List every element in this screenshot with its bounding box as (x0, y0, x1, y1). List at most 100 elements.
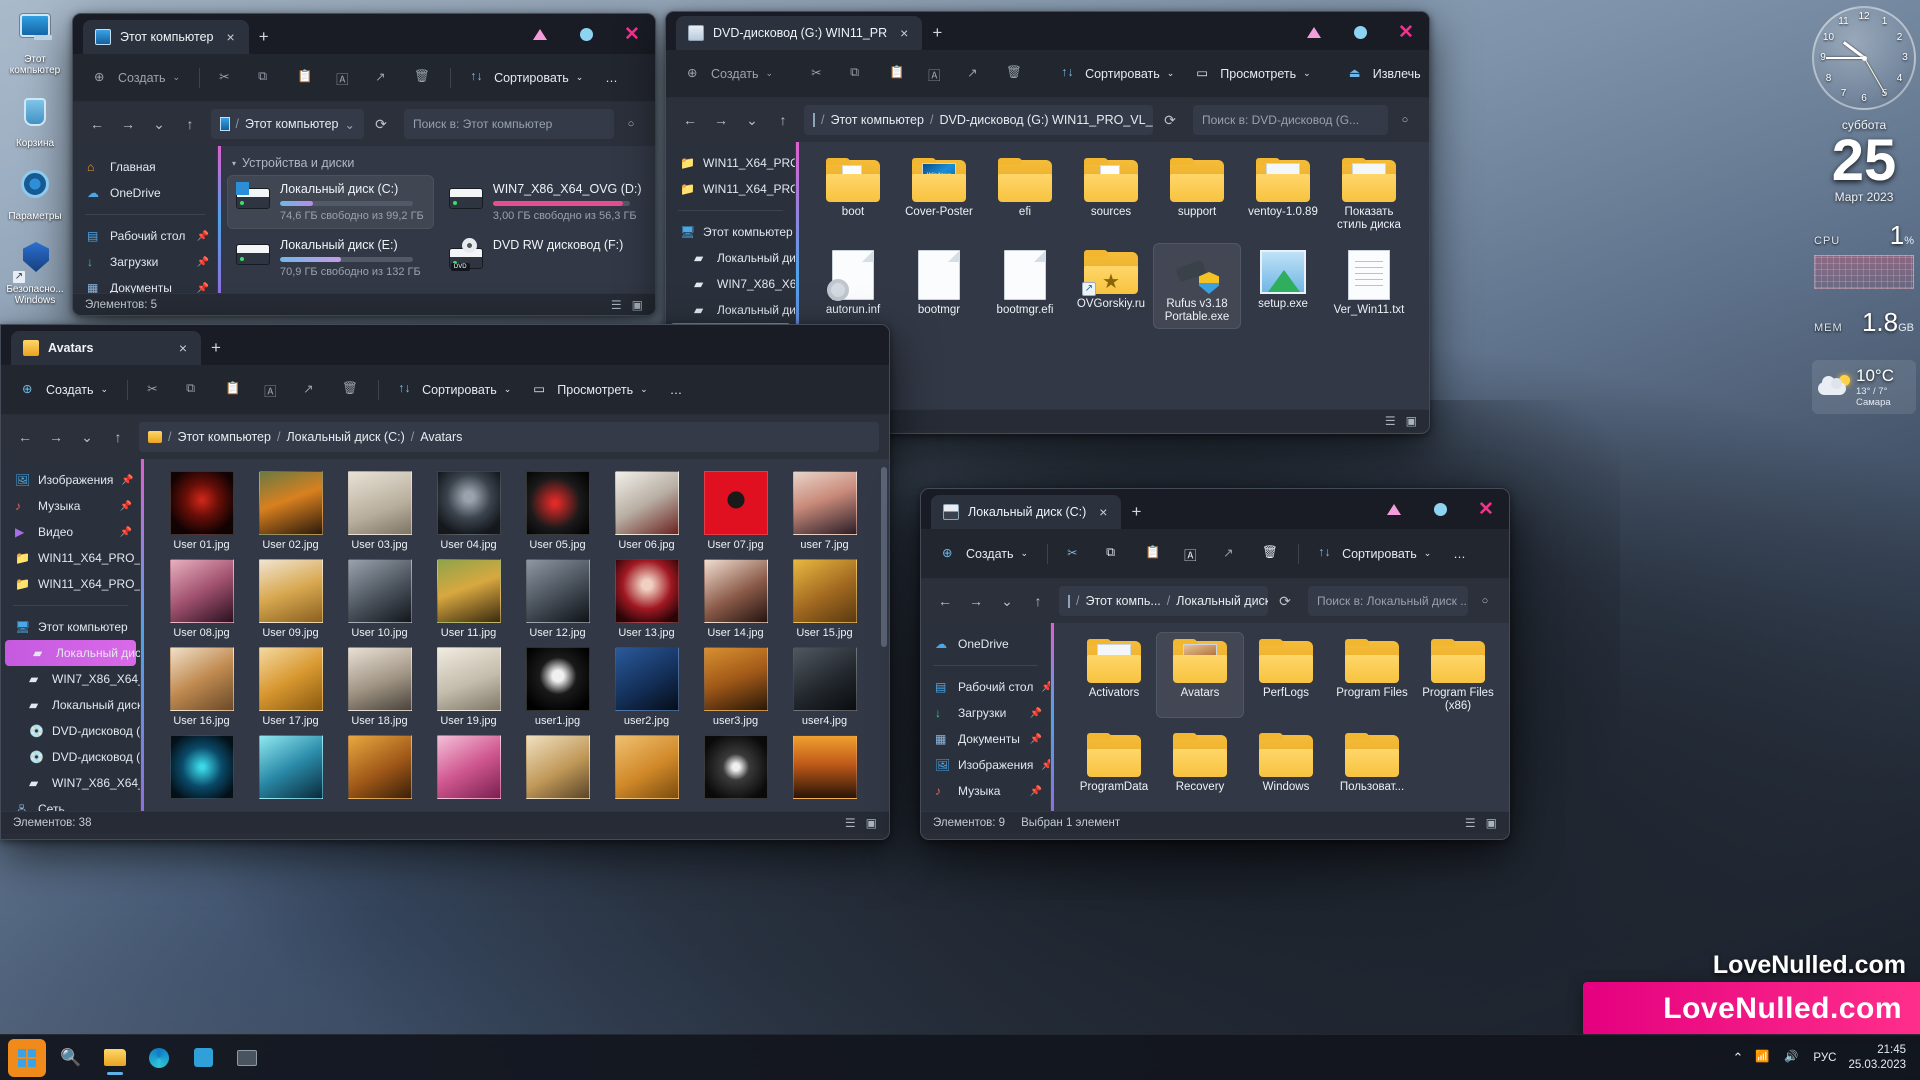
nav-item-win7-drive-2[interactable]: ▰WIN7_X86_X64_OVG (1, 770, 140, 796)
picture-item[interactable] (246, 731, 335, 807)
new-tab-button[interactable]: + (201, 331, 231, 365)
media-button[interactable] (228, 1039, 266, 1077)
up-button[interactable]: ↑ (769, 106, 797, 134)
volume-icon[interactable]: 🔊 (1784, 1049, 1801, 1066)
new-tab-button[interactable]: + (922, 16, 952, 50)
folder-item-users[interactable]: Пользоват... (1329, 727, 1415, 798)
copy-button[interactable]: ⧉ (841, 58, 876, 90)
nav-item-downloads[interactable]: ↓Загрузки📌 (921, 700, 1050, 726)
start-button[interactable] (8, 1039, 46, 1077)
picture-item[interactable] (513, 731, 602, 807)
nav-item-downloads[interactable]: ↓Загрузки📌 (73, 249, 217, 275)
nav-item-win11-folder-2[interactable]: 📁WIN11_X64_PRO (666, 176, 795, 202)
share-button[interactable]: ↗ (366, 62, 401, 94)
breadcrumb-2[interactable]: Локальный диск (C:) (1176, 594, 1268, 608)
close-tab-icon[interactable]: × (222, 29, 238, 45)
nav-item-dvd-drive-1[interactable]: 💿DVD-дисковод (G (1, 718, 140, 744)
minimize-button[interactable] (1371, 489, 1417, 529)
new-button[interactable]: ⊕Создать⌄ (678, 58, 782, 90)
new-tab-button[interactable]: + (249, 20, 279, 54)
icons-view-button[interactable]: ▣ (1406, 414, 1417, 428)
icons-view-button[interactable]: ▣ (866, 816, 877, 830)
file-item-ventoy[interactable]: ventoy-1.0.89 (1240, 152, 1326, 236)
desktop-icon-windows-security[interactable]: ↗ Безопасно... Windows (0, 236, 70, 312)
more-button[interactable]: … (1444, 538, 1475, 570)
desktop-icon-settings[interactable]: Параметры (0, 163, 70, 228)
rename-button[interactable]: 🄰 (919, 58, 954, 90)
picture-item[interactable]: User 07.jpg (691, 467, 780, 555)
navigation-pane[interactable]: ☁OneDrive ▤Рабочий стол📌 ↓Загрузки📌 ▦Док… (921, 623, 1051, 811)
eject-button[interactable]: ⏏Извлечь (1340, 58, 1430, 90)
navigation-pane[interactable]: 🖼Изображения📌 ♪Музыка📌 ▶Видео📌 📁WIN11_X6… (1, 459, 141, 811)
picture-item[interactable] (335, 731, 424, 807)
nav-item-pictures[interactable]: 🖼Изображения📌 (921, 752, 1050, 778)
picture-item[interactable]: User 03.jpg (335, 467, 424, 555)
navigation-pane[interactable]: ⌂Главная ☁OneDrive ▤Рабочий стол📌 ↓Загру… (73, 146, 218, 293)
nav-item-network[interactable]: 🖧Сеть (1, 796, 140, 811)
file-item-autorun-inf[interactable]: autorun.inf (810, 244, 896, 328)
content-pane[interactable]: boot Windows 11Cover-Poster efi sources … (796, 142, 1429, 409)
breadcrumb[interactable]: / Этот компьютер / DVD-дисковод (G:) WIN… (804, 105, 1153, 135)
picture-item[interactable]: User 12.jpg (513, 555, 602, 643)
breadcrumb-dropdown-icon[interactable]: ⌄ (345, 117, 355, 132)
sort-button[interactable]: ↑↓Сортировать⌄ (461, 62, 592, 94)
tab-avatars[interactable]: Avatars × (11, 331, 201, 365)
details-view-button[interactable]: ☰ (845, 816, 856, 830)
nav-item-local-disk-e[interactable]: ▰Локальный диск (1, 692, 140, 718)
edge-button[interactable] (140, 1039, 178, 1077)
picture-item[interactable] (157, 731, 246, 807)
nav-item-local-disk-c[interactable]: ▰Локальный диск (5, 640, 136, 666)
language-indicator[interactable]: РУС (1813, 1052, 1836, 1064)
picture-item[interactable]: User 09.jpg (246, 555, 335, 643)
cut-button[interactable]: ✂ (138, 374, 173, 406)
minimize-button[interactable] (1291, 12, 1337, 52)
file-explorer-button[interactable] (96, 1039, 134, 1077)
delete-button[interactable]: 🗑 (333, 374, 368, 406)
sort-button[interactable]: ↑↓Сортировать⌄ (1309, 538, 1440, 570)
forward-button[interactable]: → (42, 423, 70, 451)
file-item-cover-poster[interactable]: Windows 11Cover-Poster (896, 152, 982, 236)
picture-item[interactable]: User 16.jpg (157, 643, 246, 731)
picture-item[interactable] (780, 731, 869, 807)
maximize-button[interactable] (1337, 12, 1383, 52)
folder-item-recovery[interactable]: Recovery (1157, 727, 1243, 798)
store-button[interactable] (184, 1039, 222, 1077)
nav-item-this-pc[interactable]: 🖥Этот компьютер (666, 219, 795, 245)
nav-item-music[interactable]: ♪Музыка📌 (921, 778, 1050, 804)
maximize-button[interactable] (1417, 489, 1463, 529)
cut-button[interactable]: ✂ (802, 58, 837, 90)
close-tab-icon[interactable]: × (896, 25, 912, 41)
forward-button[interactable]: → (962, 587, 990, 615)
picture-item[interactable]: User 19.jpg (424, 643, 513, 731)
drive-item[interactable]: DVD DVD RW дисковод (F:) (441, 232, 650, 284)
folder-item-program-files[interactable]: Program Files (1329, 633, 1415, 717)
details-view-button[interactable]: ☰ (1465, 816, 1476, 830)
nav-item-dvd-drive-2[interactable]: 💿DVD-дисковод (G:) (1, 744, 140, 770)
drive-item[interactable]: Локальный диск (E:) 70,9 ГБ свободно из … (228, 232, 433, 284)
picture-item[interactable]: User 04.jpg (424, 467, 513, 555)
content-pane[interactable]: ▾Устройства и диски Локальный диск (C:) … (218, 146, 655, 293)
sort-button[interactable]: ↑↓Сортировать⌄ (389, 374, 520, 406)
picture-item[interactable]: User 11.jpg (424, 555, 513, 643)
view-button[interactable]: ▭Просмотреть⌄ (524, 374, 656, 406)
content-pane[interactable]: Activators Avatars PerfLogs Program File… (1051, 623, 1509, 811)
nav-item-pictures[interactable]: 🖼Изображения📌 (1, 467, 140, 493)
nav-item-this-pc[interactable]: 🖥Этот компьютер (1, 614, 140, 640)
window-avatars[interactable]: Avatars × + ⊕Создать⌄ ✂ ⧉ 📋 🄰 ↗ 🗑 ↑↓Сорт… (0, 324, 890, 840)
picture-item[interactable]: User 15.jpg (780, 555, 869, 643)
back-button[interactable]: ← (83, 110, 111, 138)
nav-item-desktop[interactable]: ▤Рабочий стол📌 (73, 223, 217, 249)
picture-item[interactable]: user 7.jpg (780, 467, 869, 555)
folder-item-avatars[interactable]: Avatars (1157, 633, 1243, 717)
new-button[interactable]: ⊕Создать⌄ (85, 62, 189, 94)
more-button[interactable]: … (661, 374, 692, 406)
recent-locations-button[interactable]: ⌄ (73, 423, 101, 451)
nav-item-documents[interactable]: ▦Документы📌 (73, 275, 217, 293)
up-button[interactable]: ↑ (176, 110, 204, 138)
scrollbar-thumb[interactable] (881, 467, 887, 647)
file-item-efi[interactable]: efi (982, 152, 1068, 236)
new-button[interactable]: ⊕Создать⌄ (13, 374, 117, 406)
folder-item-windows[interactable]: Windows (1243, 727, 1329, 798)
picture-item[interactable]: user1.jpg (513, 643, 602, 731)
breadcrumb[interactable]: / Этот компьютер / Локальный диск (C:) /… (139, 422, 879, 452)
